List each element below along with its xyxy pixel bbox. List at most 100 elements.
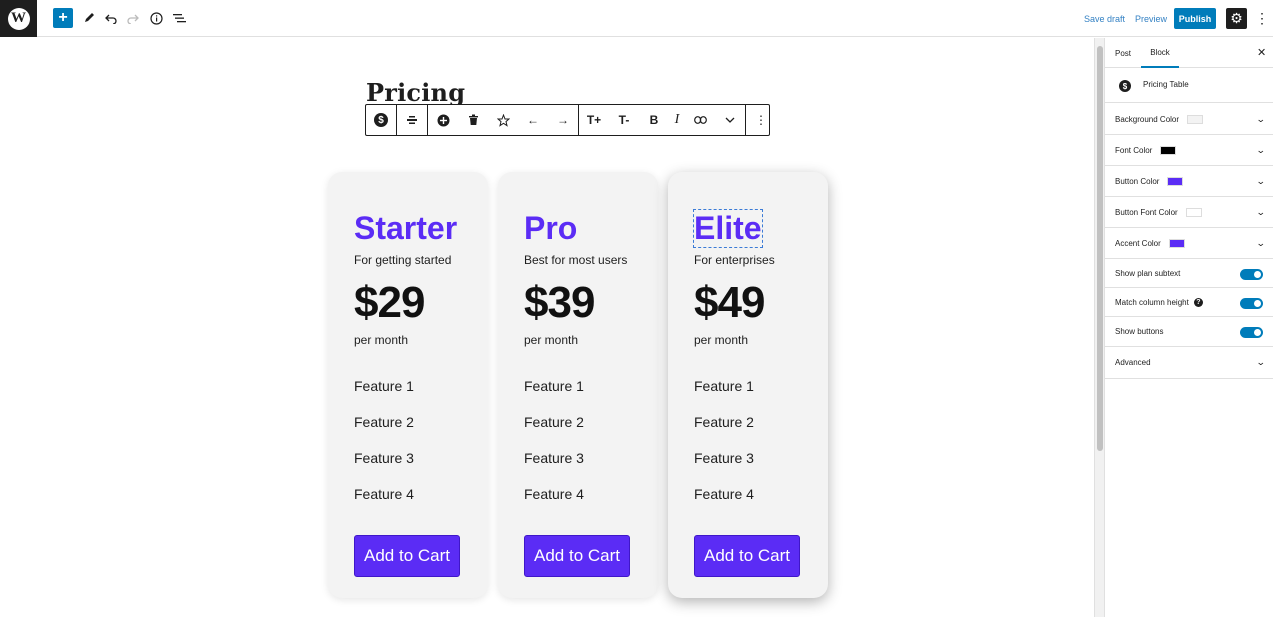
more-formatting-button[interactable] xyxy=(715,105,745,135)
scrollbar-thumb[interactable] xyxy=(1097,46,1103,451)
add-to-cart-button[interactable]: Add to Cart xyxy=(524,535,630,577)
accent-color-setting[interactable]: Accent Color ⌄ xyxy=(1105,228,1273,259)
list-view-icon[interactable] xyxy=(172,8,186,28)
pricing-card-elite[interactable]: Elite For enterprises $49 per month Feat… xyxy=(668,172,828,598)
gear-icon: ⚙ xyxy=(1230,10,1243,26)
redo-icon[interactable] xyxy=(126,8,140,28)
delete-button[interactable] xyxy=(458,105,488,135)
wordpress-icon: W xyxy=(7,7,30,30)
publish-button[interactable]: Publish xyxy=(1174,8,1216,29)
setting-label: Button Font Color xyxy=(1115,207,1178,217)
setting-label: Accent Color xyxy=(1115,238,1161,248)
plan-period[interactable]: per month xyxy=(354,333,408,347)
tab-block[interactable]: Block xyxy=(1141,38,1179,68)
plan-name[interactable]: Pro xyxy=(524,210,577,247)
align-button[interactable] xyxy=(397,105,427,135)
setting-label: Match column height xyxy=(1115,297,1189,307)
plan-name[interactable]: Elite xyxy=(693,209,763,248)
close-icon[interactable]: ✕ xyxy=(1257,46,1266,59)
plan-feature[interactable]: Feature 3 xyxy=(524,450,584,466)
italic-button[interactable]: I xyxy=(669,105,685,135)
plan-feature[interactable]: Feature 3 xyxy=(354,450,414,466)
info-icon[interactable] xyxy=(149,8,163,28)
plan-period[interactable]: per month xyxy=(694,333,748,347)
color-swatch xyxy=(1185,207,1202,217)
align-icon xyxy=(407,116,417,124)
setting-label: Button Color xyxy=(1115,176,1160,186)
plan-feature[interactable]: Feature 2 xyxy=(354,414,414,430)
plan-price[interactable]: $49 xyxy=(694,278,765,328)
advanced-panel[interactable]: Advanced ⌄ xyxy=(1105,347,1273,379)
pricing-card-starter[interactable]: Starter For getting started $29 per mont… xyxy=(328,172,488,598)
color-swatch xyxy=(1160,145,1177,155)
plan-feature[interactable]: Feature 4 xyxy=(354,486,414,502)
wordpress-logo-button[interactable]: W xyxy=(0,0,37,37)
plan-feature[interactable]: Feature 2 xyxy=(694,414,754,430)
page-title[interactable]: Pricing xyxy=(366,78,465,107)
plan-feature[interactable]: Feature 1 xyxy=(694,378,754,394)
canvas-scrollbar[interactable] xyxy=(1094,38,1104,617)
link-icon xyxy=(693,116,707,124)
block-type-button[interactable]: $ xyxy=(366,105,396,135)
settings-button[interactable]: ⚙ xyxy=(1226,8,1247,29)
plan-subtext[interactable]: For enterprises xyxy=(694,253,775,267)
plan-name[interactable]: Starter xyxy=(354,210,457,247)
add-to-cart-button[interactable]: Add to Cart xyxy=(354,535,460,577)
save-draft-button[interactable]: Save draft xyxy=(1084,8,1125,29)
sidebar-tabs: Post Block ✕ xyxy=(1105,38,1273,68)
help-icon[interactable]: ? xyxy=(1193,297,1203,307)
more-options-button[interactable]: ⋮ xyxy=(1255,8,1269,29)
button-color-setting[interactable]: Button Color ⌄ xyxy=(1105,166,1273,197)
plan-feature[interactable]: Feature 1 xyxy=(354,378,414,394)
trash-icon xyxy=(468,114,478,125)
add-to-cart-button[interactable]: Add to Cart xyxy=(694,535,800,577)
plan-period[interactable]: per month xyxy=(524,333,578,347)
add-block-button[interactable]: + xyxy=(53,8,73,28)
font-color-setting[interactable]: Font Color ⌄ xyxy=(1105,135,1273,166)
plan-feature[interactable]: Feature 3 xyxy=(694,450,754,466)
plan-subtext[interactable]: For getting started xyxy=(354,253,451,267)
decrease-text-button[interactable]: T- xyxy=(609,105,639,135)
block-toolbar: $ ← → T+ T- B I ⋮ xyxy=(365,104,770,136)
pricing-card-pro[interactable]: Pro Best for most users $39 per month Fe… xyxy=(498,172,658,598)
chevron-down-icon xyxy=(725,117,735,123)
preview-button[interactable]: Preview xyxy=(1135,8,1167,29)
plan-price[interactable]: $29 xyxy=(354,278,425,328)
plus-circle-icon xyxy=(437,114,449,126)
tab-post[interactable]: Post xyxy=(1115,38,1131,68)
block-name: Pricing Table xyxy=(1143,80,1189,89)
setting-label: Background Color xyxy=(1115,114,1180,124)
show-buttons-toggle[interactable] xyxy=(1240,327,1263,338)
dollar-icon: $ xyxy=(374,113,388,127)
plan-price[interactable]: $39 xyxy=(524,278,595,328)
plan-subtext[interactable]: Best for most users xyxy=(524,253,627,267)
add-column-button[interactable] xyxy=(428,105,458,135)
increase-text-button[interactable]: T+ xyxy=(579,105,609,135)
editor-top-bar: W + Save draft Preview Publish ⚙ ⋮ xyxy=(0,0,1273,37)
bold-button[interactable]: B xyxy=(639,105,669,135)
chevron-down-icon: ⌄ xyxy=(1256,357,1267,367)
button-font-color-setting[interactable]: Button Font Color ⌄ xyxy=(1105,197,1273,228)
favorite-button[interactable] xyxy=(488,105,518,135)
link-button[interactable] xyxy=(685,105,715,135)
pencil-icon[interactable] xyxy=(82,8,96,28)
move-left-button[interactable]: ← xyxy=(518,105,548,135)
move-right-button[interactable]: → xyxy=(548,105,578,135)
setting-label: Show plan subtext xyxy=(1115,268,1181,278)
block-options-button[interactable]: ⋮ xyxy=(746,105,776,135)
plan-feature[interactable]: Feature 1 xyxy=(524,378,584,394)
plan-feature[interactable]: Feature 4 xyxy=(694,486,754,502)
background-color-setting[interactable]: Background Color ⌄ xyxy=(1105,104,1273,135)
show-plan-subtext-toggle[interactable] xyxy=(1240,269,1263,280)
color-swatch xyxy=(1187,114,1204,124)
block-card: $ Pricing Table xyxy=(1105,69,1273,103)
plan-feature[interactable]: Feature 4 xyxy=(524,486,584,502)
show-plan-subtext-setting: Show plan subtext xyxy=(1105,259,1273,288)
star-icon xyxy=(496,113,510,127)
settings-sidebar: Post Block ✕ $ Pricing Table Background … xyxy=(1104,38,1273,617)
chevron-down-icon: ⌄ xyxy=(1256,114,1267,124)
plan-feature[interactable]: Feature 2 xyxy=(524,414,584,430)
undo-icon[interactable] xyxy=(104,8,118,28)
setting-label: Show buttons xyxy=(1115,327,1164,336)
match-column-height-toggle[interactable] xyxy=(1240,298,1263,309)
